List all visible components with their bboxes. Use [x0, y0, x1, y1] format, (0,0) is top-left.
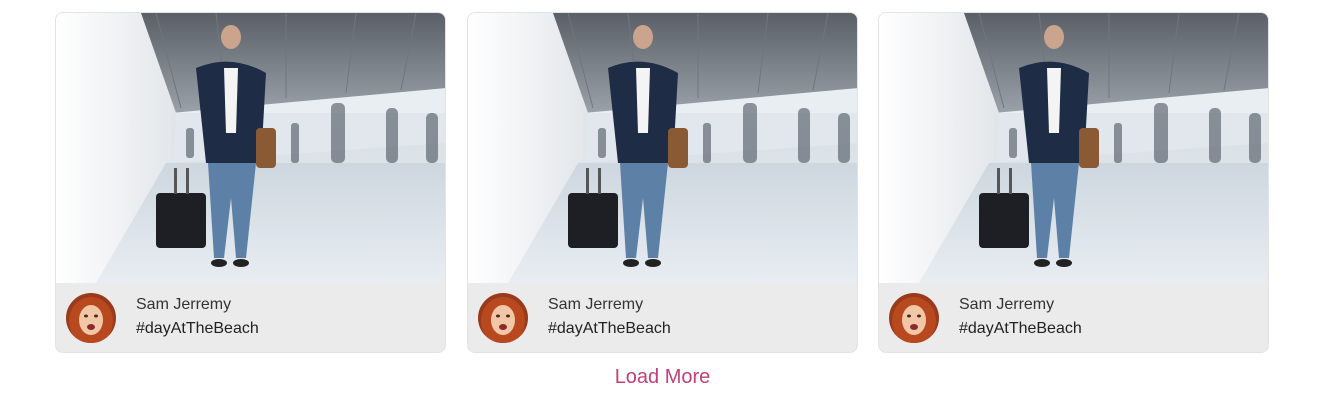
post-photo	[56, 13, 445, 283]
post-hashtag[interactable]: #dayAtTheBeach	[548, 320, 671, 338]
post-photo	[468, 13, 857, 283]
post-hashtag[interactable]: #dayAtTheBeach	[136, 320, 259, 338]
post-photo	[879, 13, 1268, 283]
card-footer: Sam Jerremy #dayAtTheBeach	[468, 283, 857, 352]
card-footer: Sam Jerremy #dayAtTheBeach	[56, 283, 445, 352]
post-card[interactable]: Sam Jerremy #dayAtTheBeach	[467, 12, 858, 353]
load-more-button[interactable]: Load More	[0, 366, 1325, 389]
post-card[interactable]: Sam Jerremy #dayAtTheBeach	[878, 12, 1269, 353]
post-grid: Sam Jerremy #dayAtTheBeach Sam Jerremy #…	[55, 12, 1270, 353]
user-name[interactable]: Sam Jerremy	[959, 296, 1054, 314]
post-hashtag[interactable]: #dayAtTheBeach	[959, 320, 1082, 338]
user-name[interactable]: Sam Jerremy	[136, 296, 231, 314]
card-footer: Sam Jerremy #dayAtTheBeach	[879, 283, 1268, 352]
post-card[interactable]: Sam Jerremy #dayAtTheBeach	[55, 12, 446, 353]
user-avatar[interactable]	[889, 293, 939, 343]
user-avatar[interactable]	[66, 293, 116, 343]
user-name[interactable]: Sam Jerremy	[548, 296, 643, 314]
user-avatar[interactable]	[478, 293, 528, 343]
